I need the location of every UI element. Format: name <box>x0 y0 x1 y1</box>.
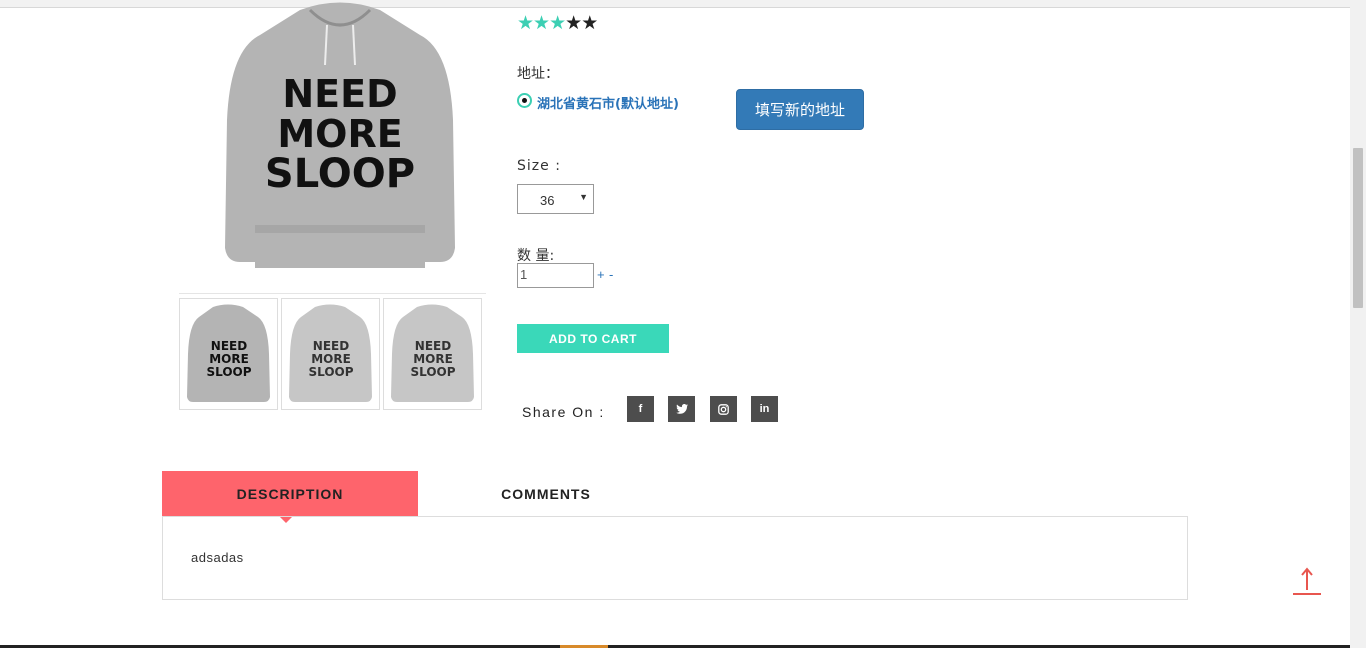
star-icon: ★ <box>549 13 566 34</box>
instagram-icon[interactable] <box>710 396 737 422</box>
svg-text:SLOOP: SLOOP <box>206 365 251 379</box>
address-default-option[interactable]: 湖北省黄石市(默认地址) <box>537 93 679 112</box>
quantity-plus-button[interactable]: + <box>597 267 605 282</box>
share-label: Share On : <box>522 404 605 420</box>
arrow-up-icon <box>1293 567 1321 595</box>
address-label: 地址： <box>517 66 559 82</box>
svg-text:MORE: MORE <box>311 352 351 366</box>
thumbnail-1[interactable]: NEED MORE SLOOP <box>179 298 278 410</box>
browser-top-strip <box>0 0 1350 8</box>
new-address-button[interactable]: 填写新的地址 <box>736 89 864 130</box>
facebook-icon[interactable]: f <box>627 396 654 422</box>
image-divider <box>179 293 486 294</box>
scrollbar-thumb[interactable] <box>1353 148 1363 308</box>
page-scrollbar[interactable] <box>1350 0 1366 648</box>
star-icon: ★ <box>581 13 598 34</box>
linkedin-icon[interactable]: in <box>751 396 778 422</box>
tab-panel: adsadas <box>162 516 1188 600</box>
star-icon: ★ <box>533 13 550 34</box>
star-icon: ★ <box>565 13 582 34</box>
thumbnail-2[interactable]: NEED MORE SLOOP <box>281 298 380 410</box>
star-icon: ★ <box>517 13 534 34</box>
svg-text:SLOOP: SLOOP <box>410 365 455 379</box>
svg-text:MORE: MORE <box>413 352 453 366</box>
twitter-icon[interactable] <box>668 396 695 422</box>
main-image-line-3: SLOOP <box>265 151 415 197</box>
add-to-cart-button[interactable]: ADD TO CART <box>517 324 669 353</box>
product-main-image: NEED MORE SLOOP <box>215 0 465 272</box>
tab-comments[interactable]: COMMENTS <box>460 471 632 517</box>
quantity-minus-button[interactable]: - <box>609 267 613 282</box>
tab-description-label: DESCRIPTION <box>236 486 344 502</box>
tab-description[interactable]: DESCRIPTION <box>162 471 418 523</box>
size-select[interactable]: 36 ▼ <box>517 184 594 214</box>
dropdown-arrow-icon: ▼ <box>579 192 588 202</box>
svg-text:NEED: NEED <box>415 339 451 353</box>
back-to-top-button[interactable] <box>1292 566 1322 596</box>
quantity-label: 数 量: <box>517 248 555 264</box>
address-radio[interactable] <box>517 93 532 108</box>
svg-text:SLOOP: SLOOP <box>308 365 353 379</box>
svg-text:NEED: NEED <box>211 339 247 353</box>
main-image-line-1: NEED <box>282 72 397 116</box>
size-label: Size : <box>517 158 561 174</box>
main-image-line-2: MORE <box>277 112 402 156</box>
description-content: adsadas <box>191 550 244 565</box>
svg-text:NEED: NEED <box>313 339 349 353</box>
thumbnail-3[interactable]: NEED MORE SLOOP <box>383 298 482 410</box>
size-selected-value: 36 <box>540 193 555 208</box>
svg-text:MORE: MORE <box>209 352 249 366</box>
product-rating: ★★★★★ <box>517 12 598 35</box>
quantity-input[interactable]: 1 <box>517 263 594 288</box>
